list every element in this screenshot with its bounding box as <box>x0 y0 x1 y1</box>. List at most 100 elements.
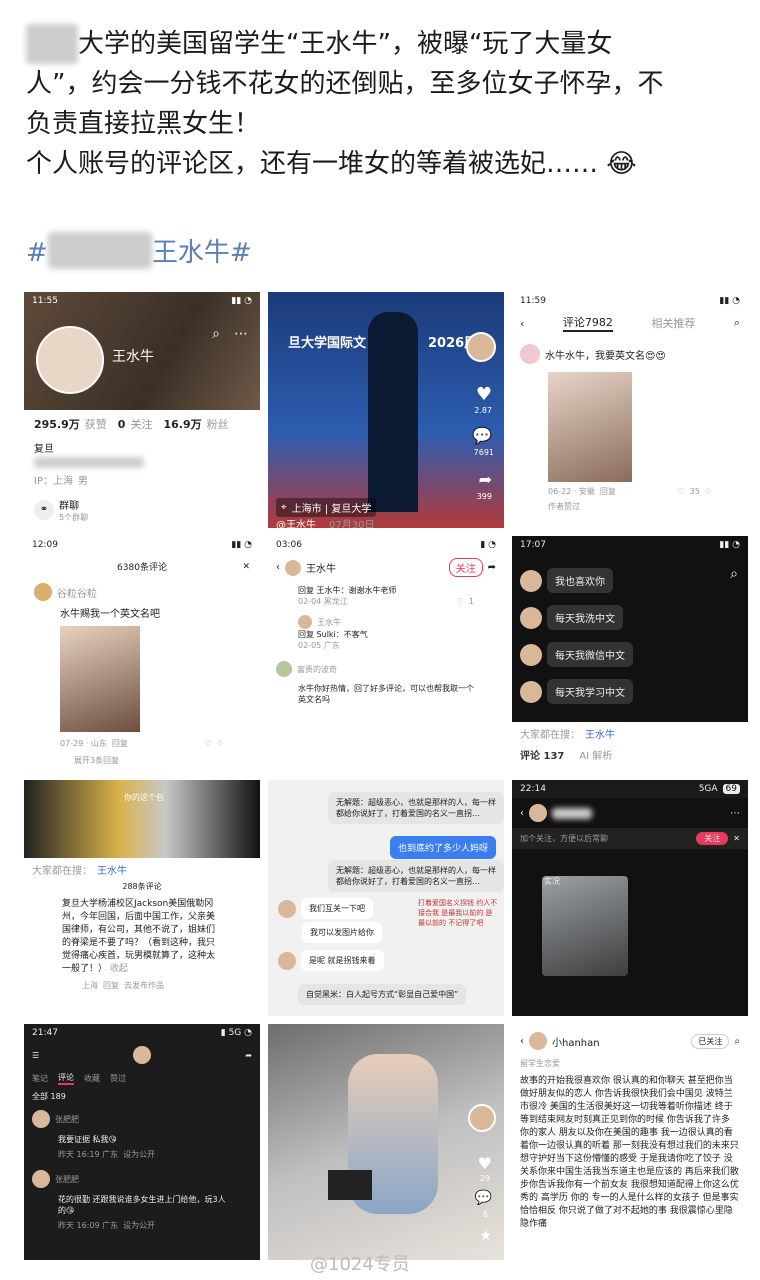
stat-likes: 295.9万 <box>34 418 80 431</box>
status-time: 17:07 <box>520 540 546 550</box>
followed-button[interactable]: 已关注 <box>691 1033 730 1049</box>
reply-link[interactable]: 回复 <box>103 980 119 991</box>
reply-link[interactable]: 回复 <box>600 486 616 497</box>
commenter-avatar[interactable] <box>276 661 292 677</box>
screenshot-profile[interactable]: 11:55 ▮▮ ◔ 王水牛 ⌕ ⋯ 295.9万 获赞 0 关注 16.9万 粉丝 复… <box>24 292 260 528</box>
screenshot-comments-3[interactable]: 03:06 ▮ ◔ ‹ 王水牛 关注 ➦ 回复 王水牛：谢谢水牛老师 02-04 黑龙江… <box>268 536 504 772</box>
screenshot-story-post[interactable]: ‹ 小hanhan 已关注 ⌕ 留学生恋爱 故事的开始我很喜欢你 很认真的和你聊天 甚… <box>512 1024 748 1260</box>
tab-notes[interactable]: 笔记 <box>32 1073 48 1084</box>
commenter-avatar[interactable] <box>520 344 540 364</box>
follow-button[interactable]: 关注 <box>448 558 483 577</box>
profile-avatar[interactable] <box>36 326 104 394</box>
location-tag[interactable]: ⌖ 上海市 | 复旦大学 <box>276 498 377 517</box>
profile-ip: IP：上海 <box>34 476 73 487</box>
publish-link[interactable]: 去发布作品 <box>124 980 164 991</box>
like-icon[interactable]: ♥ <box>478 1154 492 1173</box>
reply-avatar[interactable] <box>298 615 312 629</box>
back-icon[interactable]: ‹ <box>520 1036 524 1047</box>
commenter-avatar[interactable] <box>32 1110 50 1128</box>
hashtag-text: 王水牛# <box>151 238 252 268</box>
group-chat-entry[interactable]: ⚭ 群聊 5个群聊 <box>34 497 250 523</box>
collapse-link[interactable]: 收起 <box>110 964 128 974</box>
chat-avatar[interactable] <box>529 804 547 822</box>
comment-photo[interactable] <box>548 372 632 482</box>
screenshot-comments-4[interactable]: 你的这个包 大家都在搜： 王水牛 288条评论 复旦大学杨浦校区Jackson美国… <box>24 780 260 1016</box>
share-icon[interactable]: ➦ <box>479 470 492 489</box>
commenter-avatar[interactable] <box>32 1170 50 1188</box>
chat-avatar <box>278 951 296 970</box>
profile-avatar[interactable] <box>133 1046 152 1064</box>
blurred-bio: xx <box>34 457 144 468</box>
reply-link[interactable]: 回复 <box>112 738 128 749</box>
search-suggest-term[interactable]: 王水牛 <box>97 862 127 877</box>
tab-ai[interactable]: AI 解析 <box>579 747 612 762</box>
set-public-link[interactable]: 设为公开 <box>123 1220 155 1231</box>
menu-icon[interactable]: ☰ <box>32 1051 39 1060</box>
search-suggest-label: 大家都在搜： <box>520 730 580 741</box>
like-icon[interactable]: ♡ <box>457 597 464 606</box>
dislike-icon[interactable]: ♢ <box>217 739 224 748</box>
screenshot-video-room[interactable]: ♥ 29 💬 6 ★ <box>268 1024 504 1260</box>
star-icon[interactable]: ★ <box>479 1228 492 1244</box>
screenshot-video-stage[interactable]: 旦大学国际文 2026届 ♥ 2.87 💬 7691 ➦ 399 ⌖ 上海市 | … <box>268 292 504 528</box>
author-avatar[interactable] <box>285 559 301 576</box>
tab-liked[interactable]: 赞过 <box>110 1073 126 1084</box>
like-icon[interactable]: ♥ <box>476 384 492 405</box>
author-avatar[interactable] <box>468 1104 496 1132</box>
like-icon[interactable]: ♡ <box>205 739 212 748</box>
more-icon[interactable]: ⋯ <box>234 326 248 342</box>
search-suggest-label: 大家都在搜： <box>32 866 92 877</box>
laptop <box>328 1170 372 1200</box>
like-icon[interactable]: ♡ <box>677 487 684 496</box>
more-icon[interactable]: ⋯ <box>730 808 740 819</box>
expand-replies[interactable]: 展开3条回复 <box>24 749 260 772</box>
tab-related[interactable]: 相关推荐 <box>651 315 695 331</box>
stat-following-label: 关注 <box>130 418 153 431</box>
screenshot-profile-comments[interactable]: 21:47 ▮ 5G ◔ ☰ ➦ 笔记 评论 收藏 赞过 全部 189 张肥肥 我要… <box>24 1024 260 1260</box>
hashtag[interactable]: #复旦大学王水牛# <box>26 232 252 269</box>
comment-icon[interactable]: 💬 <box>472 426 492 445</box>
tab-favorites[interactable]: 收藏 <box>84 1073 100 1084</box>
chat-photo[interactable]: 实况 <box>542 876 628 976</box>
screenshot-comments-1[interactable]: 11:59 ▮▮ ◔ ‹ 评论7982 相关推荐 ⌕ 水牛水牛，我要英文名😍😍 0… <box>512 292 748 528</box>
set-public-link[interactable]: 设为公开 <box>123 1149 155 1160</box>
location-icon: ⌖ <box>281 502 287 513</box>
status-icons: ▮▮ ◔ <box>719 540 740 550</box>
like-count: 2.87 <box>474 406 492 415</box>
comment-text: 水牛赐我一个英文名吧 <box>60 609 160 620</box>
reply-meta: 02-04 黑龙江 <box>298 597 348 606</box>
follow-button[interactable]: 关注 <box>696 832 729 845</box>
status-time: 03:06 <box>276 540 302 550</box>
comment-icon[interactable]: 💬 <box>475 1190 492 1206</box>
dislike-icon[interactable]: ♢ <box>705 487 712 496</box>
back-icon[interactable]: ‹ <box>520 808 524 819</box>
author-avatar[interactable] <box>466 332 496 362</box>
share-icon[interactable]: ➦ <box>488 562 496 573</box>
tab-comments[interactable]: 评论 <box>58 1072 74 1085</box>
post-line-2: 人”，约会一分钱不花女的还倒贴，至多位女子怀孕，不 <box>26 69 664 99</box>
search-suggest-term[interactable]: 王水牛 <box>585 726 615 741</box>
screenshot-dm[interactable]: 22:14 5GA 69 ‹ xx ⋯ 加个关注，方便以后常聊 关注 ✕ 实况 <box>512 780 748 1016</box>
search-icon[interactable]: ⌕ <box>734 1036 740 1047</box>
stat-following: 0 <box>117 417 126 431</box>
search-icon[interactable]: ⌕ <box>730 566 738 582</box>
commenter-name: 张肥肥 <box>55 1174 79 1184</box>
back-icon[interactable]: ‹ <box>276 562 280 573</box>
screenshot-video-chat[interactable]: 17:07 ▮▮ ◔ ⌕ 我也喜欢你 每天我洗中文 每天我微信中文 每天我学习中文… <box>512 536 748 772</box>
speaker-figure <box>368 312 418 512</box>
screenshot-comments-2[interactable]: 12:09 ▮▮ ◔ 6380条评论 ✕ 谷粒谷粒 水牛赐我一个英文名吧 07-29… <box>24 536 260 772</box>
screenshot-chat-1[interactable]: 无解题：超级恶心，也就是那样的人，每一样都给你说好了，打着爱国的名义一直拐… 也… <box>268 780 504 1016</box>
search-icon[interactable]: ⌕ <box>212 326 220 342</box>
close-icon[interactable]: ✕ <box>733 834 740 843</box>
tab-comments[interactable]: 评论7982 <box>562 314 613 332</box>
author-avatar[interactable] <box>529 1032 547 1050</box>
comment-photo[interactable] <box>60 626 140 732</box>
search-icon[interactable]: ⌕ <box>734 316 740 330</box>
back-icon[interactable]: ‹ <box>520 317 524 330</box>
share-icon[interactable]: ➦ <box>245 1051 252 1060</box>
close-icon[interactable]: ✕ <box>242 562 250 572</box>
video-user[interactable]: @王水牛 <box>276 516 316 528</box>
commenter-avatar[interactable] <box>34 583 52 601</box>
reply-text: 回复 Sulki：不客气 <box>298 630 368 639</box>
tab-comment[interactable]: 评论 137 <box>520 747 564 762</box>
